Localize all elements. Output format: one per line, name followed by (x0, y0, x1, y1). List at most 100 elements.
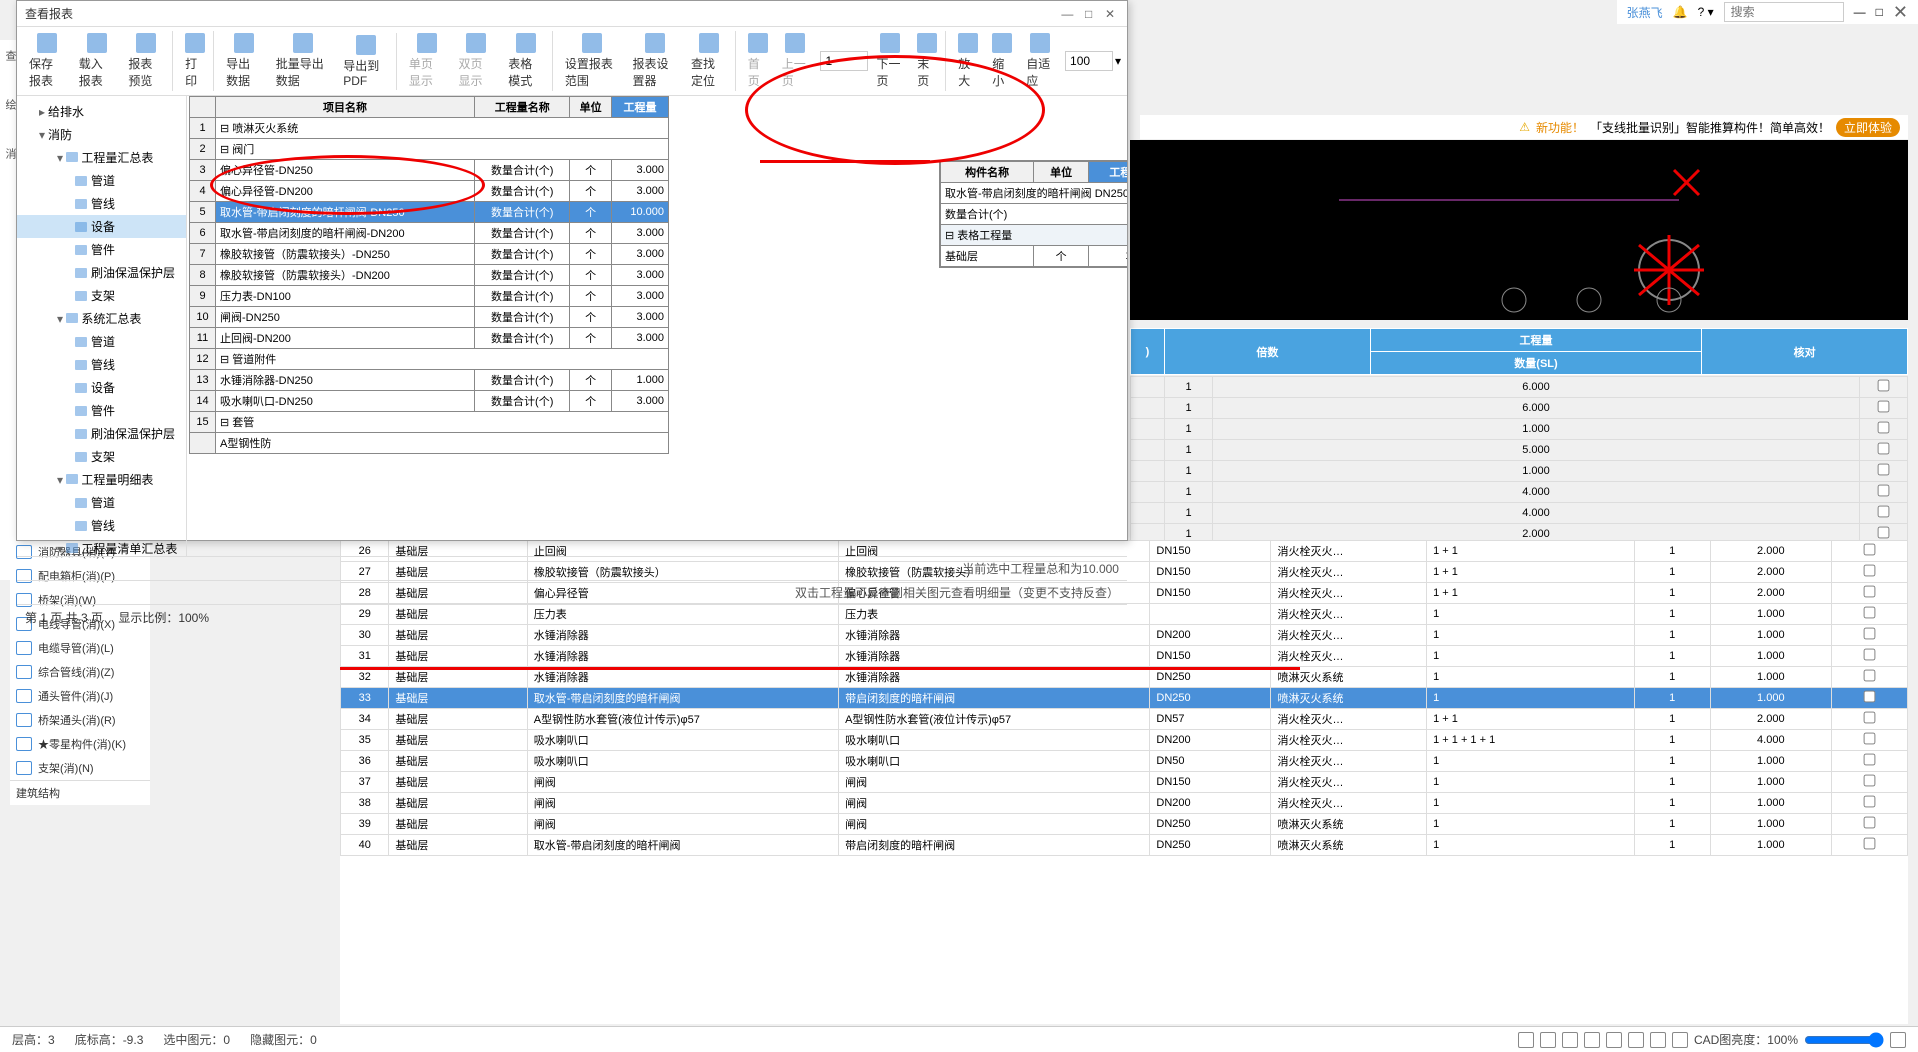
verify-checkbox[interactable] (1864, 607, 1876, 619)
table-row[interactable]: 14.000 (1131, 482, 1908, 503)
minimize-icon[interactable]: — (1854, 5, 1866, 19)
verify-checkbox[interactable] (1864, 544, 1876, 556)
table-row[interactable]: 40基础层取水管-带启闭刻度的暗杆闸阀带启闭刻度的暗杆闸阀DN250喷淋灭火系统… (341, 835, 1908, 856)
palette-item[interactable]: 电缆导管(消)(L) (10, 636, 150, 660)
tool-icon[interactable] (1562, 1032, 1578, 1048)
export-button[interactable]: 导出数据 (220, 31, 268, 91)
verify-checkbox[interactable] (1864, 670, 1876, 682)
batch-export-button[interactable]: 批量导出数据 (270, 31, 336, 91)
palette-item[interactable]: ★零星构件(消)(K) (10, 732, 150, 756)
page-number-input[interactable] (820, 51, 868, 71)
palette-item[interactable]: 综合管线(消)(Z) (10, 660, 150, 684)
tree-item[interactable]: 刷油保温保护层 (17, 261, 186, 284)
table-row[interactable]: 11.000 (1131, 461, 1908, 482)
table-row[interactable]: 33基础层取水管-带启闭刻度的暗杆闸阀带启闭刻度的暗杆闸阀DN250喷淋灭火系统… (341, 688, 1908, 709)
table-row[interactable]: 15⊟ 套管 (190, 412, 669, 433)
verify-checkbox[interactable] (1878, 485, 1890, 497)
tree-item[interactable]: ▾ 工程量汇总表 (17, 146, 186, 169)
table-mode-button[interactable]: 表格模式 (502, 31, 553, 91)
verify-checkbox[interactable] (1878, 380, 1890, 392)
double-page-button[interactable]: 双页显示 (453, 31, 501, 91)
zoom-in-button[interactable]: 放大 (952, 31, 984, 91)
verify-checkbox[interactable] (1878, 464, 1890, 476)
verify-checkbox[interactable] (1864, 691, 1876, 703)
last-page-button[interactable]: 末页 (911, 31, 946, 91)
comp-row[interactable]: 数量合计(个) (941, 204, 1128, 225)
search-input[interactable] (1724, 2, 1844, 22)
win-max-icon[interactable]: □ (1080, 7, 1098, 21)
verify-checkbox[interactable] (1864, 775, 1876, 787)
close-icon[interactable]: ✕ (1893, 2, 1908, 23)
print-button[interactable]: 打印 (179, 31, 214, 91)
tree-item[interactable]: 支架 (17, 445, 186, 468)
tool-icon[interactable] (1628, 1032, 1644, 1048)
verify-checkbox[interactable] (1878, 401, 1890, 413)
tree-item[interactable]: 管道 (17, 330, 186, 353)
tree-item[interactable]: 管件 (17, 399, 186, 422)
verify-checkbox[interactable] (1864, 817, 1876, 829)
verify-checkbox[interactable] (1864, 586, 1876, 598)
first-page-button[interactable]: 首页 (742, 31, 774, 91)
tree-item[interactable]: ▾ 系统汇总表 (17, 307, 186, 330)
cad-brightness-slider[interactable] (1804, 1032, 1884, 1048)
tool-icon[interactable] (1650, 1032, 1666, 1048)
table-row[interactable]: 3偏心异径管-DN250数量合计(个)个3.000 (190, 160, 669, 181)
col-project[interactable]: 项目名称 (216, 97, 475, 118)
save-button[interactable]: 保存报表 (23, 31, 71, 91)
verify-checkbox[interactable] (1878, 443, 1890, 455)
report-grid[interactable]: 项目名称 工程量名称 单位 工程量 1⊟ 喷淋灭火系统2⊟ 阀门3偏心异径管-D… (189, 96, 669, 454)
preview-button[interactable]: 报表预览 (122, 31, 173, 91)
comp-row[interactable]: 取水管-带启闭刻度的暗杆闸阀 DN250 (941, 183, 1128, 204)
verify-checkbox[interactable] (1864, 565, 1876, 577)
tree-item[interactable]: ▾ 工程量明细表 (17, 468, 186, 491)
tree-item[interactable]: 管线 (17, 514, 186, 537)
load-button[interactable]: 载入报表 (73, 31, 121, 91)
verify-checkbox[interactable] (1864, 628, 1876, 640)
col-unit[interactable]: 单位 (570, 97, 611, 118)
zoom-input[interactable] (1065, 51, 1113, 71)
tree-item[interactable]: 管线 (17, 192, 186, 215)
table-row[interactable]: 12⊟ 管道附件 (190, 349, 669, 370)
win-close-icon[interactable]: ✕ (1101, 7, 1119, 21)
verify-checkbox[interactable] (1864, 733, 1876, 745)
tree-item[interactable]: ▾ 工程量清单汇总表 (17, 537, 186, 556)
table-row[interactable]: 16.000 (1131, 377, 1908, 398)
range-button[interactable]: 设置报表范围 (559, 31, 625, 91)
tool-icon[interactable] (1606, 1032, 1622, 1048)
tree-item[interactable]: 刷油保温保护层 (17, 422, 186, 445)
zoom-out-button[interactable]: 缩小 (986, 31, 1018, 91)
table-row[interactable]: 11.000 (1131, 419, 1908, 440)
verify-checkbox[interactable] (1864, 649, 1876, 661)
table-row[interactable]: 36基础层吸水喇叭口吸水喇叭口DN50消火栓灭火…111.000 (341, 751, 1908, 772)
palette-item[interactable]: 桥架通头(消)(R) (10, 708, 150, 732)
table-row[interactable]: 7橡胶软接管（防震软接头）-DN250数量合计(个)个3.000 (190, 244, 669, 265)
table-row[interactable]: 2⊟ 阀门 (190, 139, 669, 160)
table-row[interactable]: 39基础层闸阀闸阀DN250喷淋灭火系统111.000 (341, 814, 1908, 835)
verify-checkbox[interactable] (1878, 506, 1890, 518)
table-row[interactable]: 14吸水喇叭口-DN250数量合计(个)个3.000 (190, 391, 669, 412)
table-row[interactable]: 34基础层A型钢性防水套管(液位计传示)φ57A型钢性防水套管(液位计传示)φ5… (341, 709, 1908, 730)
verify-checkbox[interactable] (1864, 754, 1876, 766)
find-button[interactable]: 查找定位 (685, 31, 736, 91)
table-row[interactable]: 6取水管-带启闭刻度的暗杆闸阀-DN200数量合计(个)个3.000 (190, 223, 669, 244)
table-row[interactable]: 31基础层水锤消除器水锤消除器DN150消火栓灭火…111.000 (341, 646, 1908, 667)
table-row[interactable]: A型钢性防 (190, 433, 669, 454)
verify-checkbox[interactable] (1864, 796, 1876, 808)
win-min-icon[interactable]: — (1058, 7, 1076, 21)
verify-checkbox[interactable] (1878, 422, 1890, 434)
tree-item[interactable]: ▾消防 (17, 123, 186, 146)
tree-item[interactable]: 管线 (17, 353, 186, 376)
tree-item[interactable]: 管道 (17, 169, 186, 192)
tool-icon[interactable] (1890, 1032, 1906, 1048)
cad-viewport[interactable] (1130, 140, 1908, 320)
table-row[interactable]: 37基础层闸阀闸阀DN150消火栓灭火…111.000 (341, 772, 1908, 793)
tool-icon[interactable] (1518, 1032, 1534, 1048)
table-row[interactable]: 13水锤消除器-DN250数量合计(个)个1.000 (190, 370, 669, 391)
table-row[interactable]: 5取水管-带启闭刻度的暗杆闸阀-DN250数量合计(个)个10.000 (190, 202, 669, 223)
help-icon[interactable]: ? ▾ (1698, 5, 1714, 19)
col-qty[interactable]: 工程量 (611, 97, 668, 118)
try-now-button[interactable]: 立即体验 (1836, 118, 1900, 137)
tool-icon[interactable] (1584, 1032, 1600, 1048)
tree-item[interactable]: 支架 (17, 284, 186, 307)
table-row[interactable]: 11止回阀-DN200数量合计(个)个3.000 (190, 328, 669, 349)
